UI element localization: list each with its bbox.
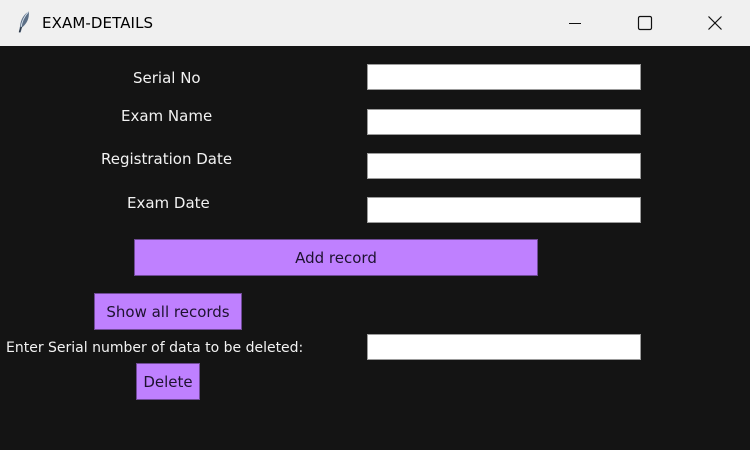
- registration-date-field[interactable]: [367, 153, 641, 179]
- minimize-icon: [569, 23, 581, 24]
- form-area: Serial No Exam Name Registration Date Ex…: [0, 46, 750, 450]
- maximize-button[interactable]: [622, 0, 668, 46]
- exam-details-window: EXAM-DETAILS Serial No Exam Name Registr…: [0, 0, 750, 450]
- exam-date-field[interactable]: [367, 197, 641, 223]
- exam-name-label: Exam Name: [121, 107, 213, 125]
- maximize-icon: [637, 15, 653, 31]
- serial-no-field[interactable]: [367, 64, 641, 90]
- window-title: EXAM-DETAILS: [42, 14, 154, 32]
- delete-serial-label: Enter Serial number of data to be delete…: [6, 340, 304, 356]
- exam-date-label: Exam Date: [127, 194, 210, 212]
- registration-date-label: Registration Date: [101, 150, 233, 168]
- close-icon: [708, 16, 722, 30]
- exam-name-field[interactable]: [367, 109, 641, 135]
- serial-no-label: Serial No: [133, 69, 201, 87]
- delete-button[interactable]: Delete: [136, 363, 200, 400]
- show-all-records-button[interactable]: Show all records: [94, 293, 242, 330]
- title-bar[interactable]: EXAM-DETAILS: [0, 0, 750, 46]
- delete-serial-field[interactable]: [367, 334, 641, 360]
- add-record-button[interactable]: Add record: [134, 239, 538, 276]
- close-button[interactable]: [692, 0, 738, 46]
- feather-icon: [16, 10, 32, 34]
- minimize-button[interactable]: [552, 0, 598, 46]
